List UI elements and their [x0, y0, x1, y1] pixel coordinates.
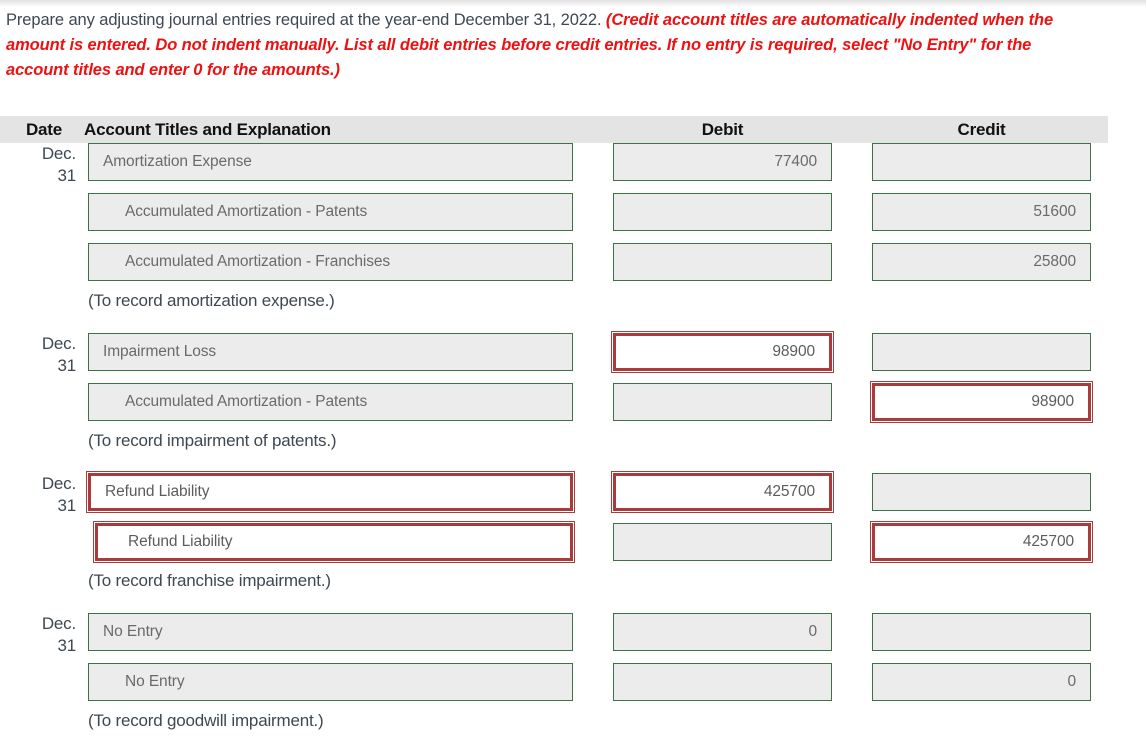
date-cell: Dec. 31: [12, 143, 76, 187]
instructions-normal-text: Prepare any adjusting journal entries re…: [6, 11, 606, 29]
table-row: Accumulated Amortization - Patents 51600: [0, 193, 1146, 243]
table-row: Dec. 31 Amortization Expense 77400: [0, 143, 1146, 193]
account-title-field[interactable]: Accumulated Amortization - Patents: [88, 193, 573, 231]
memo-row: (To record goodwill impairment.): [0, 711, 1146, 753]
account-title-field[interactable]: Refund Liability: [93, 521, 575, 563]
date-cell: Dec. 31: [12, 613, 76, 657]
table-body: Dec. 31 Amortization Expense 77400 Accumulat…: [0, 143, 1146, 753]
memo-text: (To record goodwill impairment.): [88, 711, 324, 730]
column-header-credit: Credit: [957, 120, 1006, 139]
memo-row: (To record impairment of patents.): [0, 431, 1146, 473]
account-title-field[interactable]: Amortization Expense: [88, 143, 573, 181]
debit-amount-field[interactable]: [613, 243, 832, 281]
memo-text: (To record amortization expense.): [88, 291, 335, 310]
account-title-field[interactable]: No Entry: [88, 663, 573, 701]
debit-amount-field[interactable]: 0: [613, 613, 832, 651]
table-row: Accumulated Amortization - Patents 98900: [0, 381, 1146, 433]
table-row: Accumulated Amortization - Franchises 258…: [0, 243, 1146, 293]
credit-amount-field[interactable]: [872, 333, 1091, 371]
date-day: 31: [57, 496, 76, 515]
credit-amount-field[interactable]: 0: [872, 663, 1091, 701]
date-month: Dec.: [41, 144, 76, 163]
debit-amount-field[interactable]: [613, 383, 832, 421]
credit-amount-field[interactable]: 51600: [872, 193, 1091, 231]
date-day: 31: [57, 166, 76, 185]
date-day: 31: [57, 356, 76, 375]
top-shadow-band: [0, 0, 1146, 7]
debit-amount-field[interactable]: [613, 193, 832, 231]
credit-amount-field[interactable]: [872, 613, 1091, 651]
credit-amount-field[interactable]: [872, 473, 1091, 511]
date-month: Dec.: [41, 334, 76, 353]
table-row: Dec. 31 Refund Liability 425700: [0, 471, 1146, 523]
debit-amount-field[interactable]: [613, 663, 832, 701]
date-cell: Dec. 31: [12, 473, 76, 517]
credit-amount-field[interactable]: 98900: [870, 381, 1093, 423]
credit-amount-field[interactable]: 25800: [872, 243, 1091, 281]
memo-row: (To record amortization expense.): [0, 291, 1146, 333]
instructions-paragraph: Prepare any adjusting journal entries re…: [6, 8, 1086, 83]
column-header-date: Date: [25, 120, 63, 139]
account-title-field[interactable]: Refund Liability: [86, 471, 575, 513]
account-title-field[interactable]: No Entry: [88, 613, 573, 651]
account-title-field[interactable]: Impairment Loss: [88, 333, 573, 371]
column-header-account: Account Titles and Explanation: [84, 120, 331, 139]
account-title-field[interactable]: Accumulated Amortization - Patents: [88, 383, 573, 421]
debit-amount-field[interactable]: 77400: [613, 143, 832, 181]
debit-amount-field[interactable]: 425700: [611, 471, 834, 513]
table-row: Dec. 31 No Entry 0: [0, 613, 1146, 663]
date-month: Dec.: [41, 474, 76, 493]
memo-text: (To record impairment of patents.): [88, 431, 337, 450]
debit-amount-field[interactable]: 98900: [611, 331, 834, 373]
table-header-row: Date Account Titles and Explanation Debi…: [0, 116, 1108, 143]
memo-row: (To record franchise impairment.): [0, 571, 1146, 613]
date-day: 31: [57, 636, 76, 655]
table-row: No Entry 0: [0, 663, 1146, 713]
debit-amount-field[interactable]: [613, 523, 832, 561]
date-cell: Dec. 31: [12, 333, 76, 377]
credit-amount-field[interactable]: 425700: [870, 521, 1093, 563]
journal-entry-table: Date Account Titles and Explanation Debi…: [0, 116, 1146, 753]
account-title-field[interactable]: Accumulated Amortization - Franchises: [88, 243, 573, 281]
date-month: Dec.: [41, 614, 76, 633]
credit-amount-field[interactable]: [872, 143, 1091, 181]
table-row: Dec. 31 Impairment Loss 98900: [0, 331, 1146, 383]
column-header-debit: Debit: [701, 120, 744, 139]
memo-text: (To record franchise impairment.): [88, 571, 331, 590]
table-row: Refund Liability 425700: [0, 521, 1146, 573]
